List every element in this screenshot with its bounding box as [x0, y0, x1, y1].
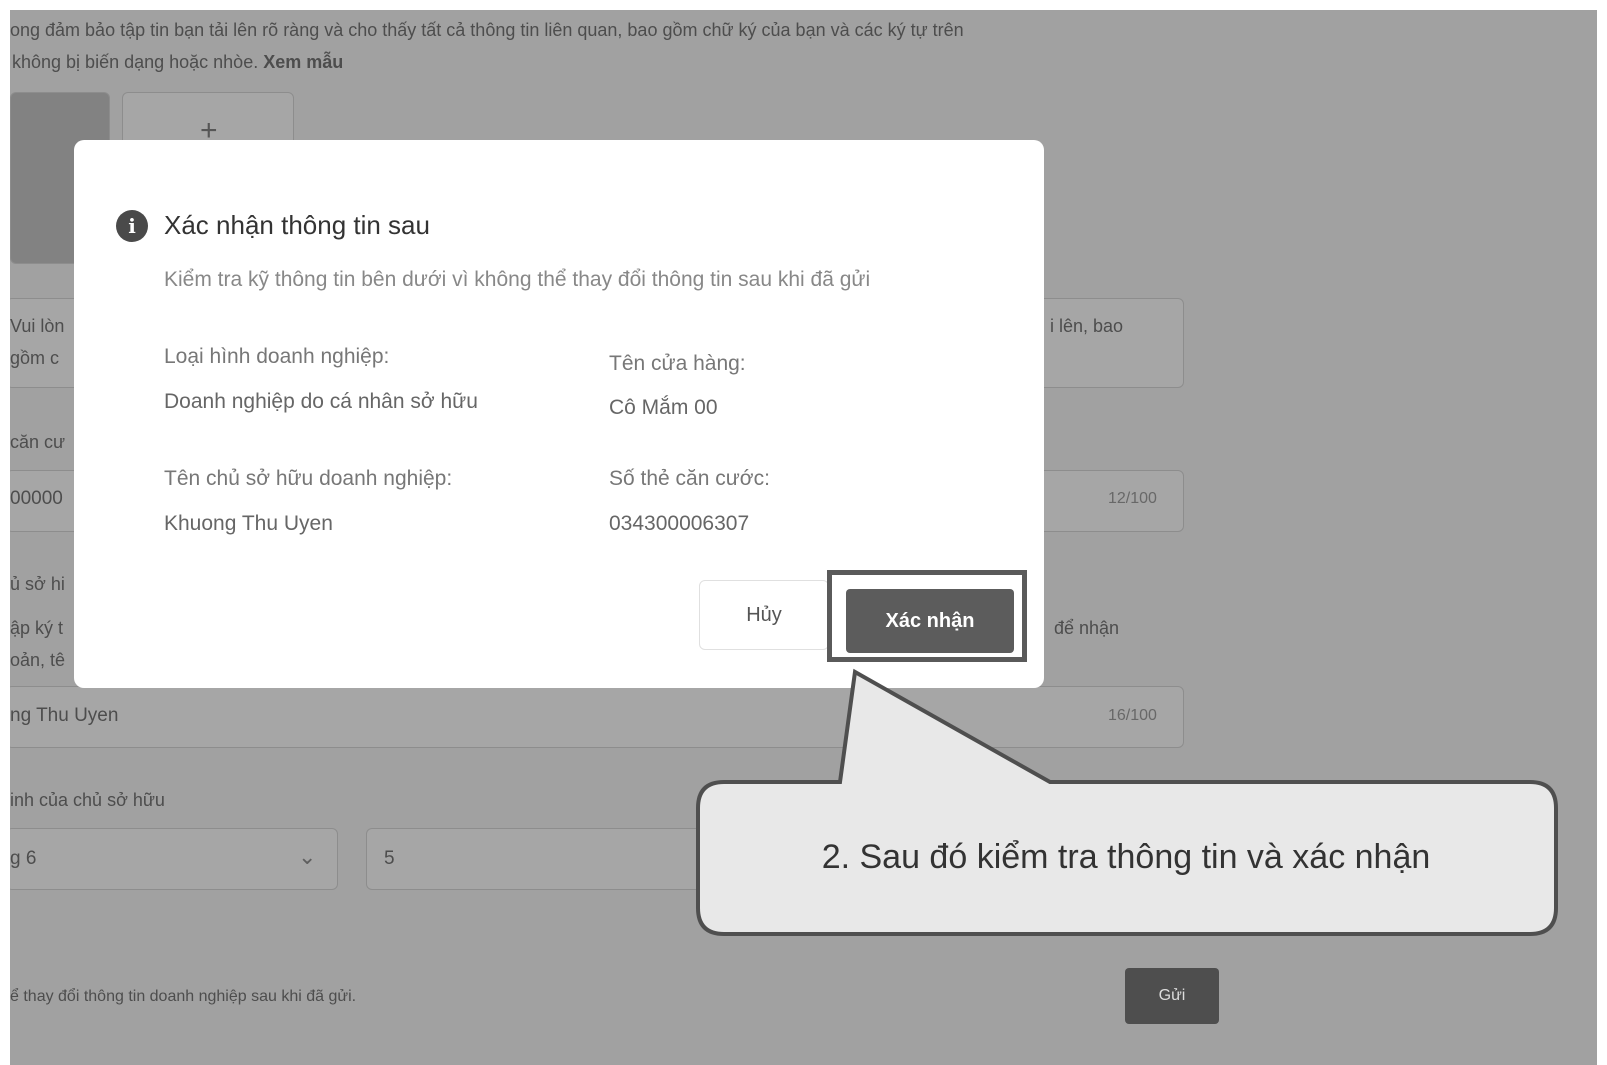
callout-text: 2. Sau đó kiểm tra thông tin và xác nhận [821, 838, 1431, 876]
callout-bubble [696, 668, 1558, 936]
screenshot-frame: ong đảm bảo tập tin bạn tải lên rõ ràng … [10, 10, 1597, 1065]
callout-shape [696, 668, 1558, 936]
